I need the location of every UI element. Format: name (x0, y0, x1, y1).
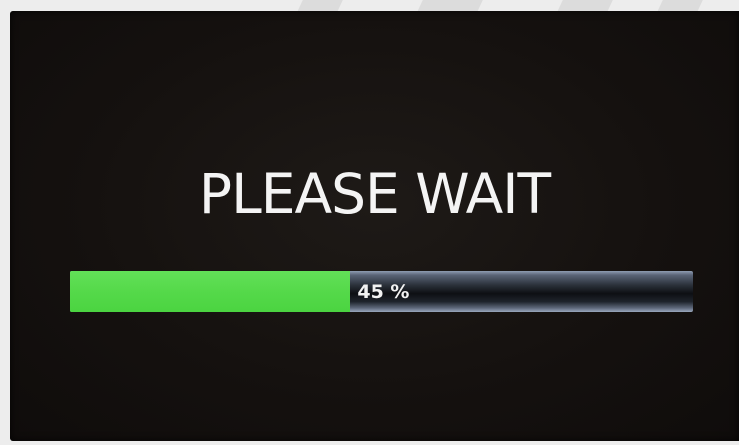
progress-percent-label: 45 % (357, 281, 410, 303)
progress-bar: 45 % (70, 271, 693, 312)
photo-frame: PLEASE WAIT 45 % (0, 0, 739, 445)
progress-fill (70, 271, 351, 312)
device-screen: PLEASE WAIT 45 % (10, 11, 739, 441)
please-wait-title: PLEASE WAIT (198, 162, 551, 226)
